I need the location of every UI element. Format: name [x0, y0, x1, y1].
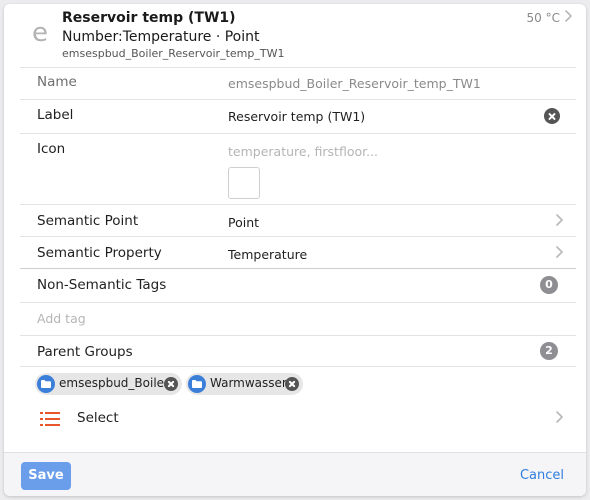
folder-icon	[188, 375, 206, 393]
item-icon: e	[32, 18, 48, 48]
icon-input[interactable]: temperature, firstfloor...	[228, 144, 378, 159]
chevron-right-icon[interactable]	[554, 410, 564, 424]
cancel-button[interactable]: Cancel	[520, 468, 564, 483]
folder-icon	[37, 375, 55, 393]
list-icon	[40, 412, 60, 426]
group-chip-label: Warmwasser	[210, 376, 287, 390]
item-type: Number:Temperature · Point	[62, 29, 260, 45]
groups-count-badge: 2	[540, 342, 558, 360]
semantic-property-value[interactable]: Temperature	[228, 247, 307, 262]
label-label: Label	[37, 107, 74, 123]
item-name: emsespbud_Boiler_Reservoir_temp_TW1	[62, 47, 285, 60]
item-edit-card: e Reservoir temp (TW1) Number:Temperatur…	[4, 4, 586, 496]
semantic-point-label: Semantic Point	[37, 213, 139, 229]
add-tag-input[interactable]: Add tag	[37, 311, 86, 326]
divider	[20, 67, 576, 68]
footer-toolbar: Save Cancel	[4, 452, 586, 496]
clear-label-icon[interactable]	[544, 108, 560, 124]
divider	[20, 335, 576, 336]
group-chip[interactable]: Warmwasser	[186, 373, 303, 395]
chevron-right-icon[interactable]	[562, 9, 574, 23]
group-chip-label: emsespbud_Boiler	[59, 376, 169, 390]
divider	[20, 268, 576, 269]
icon-preview	[228, 167, 260, 199]
save-button[interactable]: Save	[21, 462, 71, 490]
icon-label: Icon	[37, 141, 66, 157]
item-state: 50 °C	[526, 11, 560, 25]
tags-count-badge: 0	[540, 276, 558, 294]
group-chip[interactable]: emsespbud_Boiler	[35, 373, 182, 395]
chevron-right-icon[interactable]	[554, 245, 564, 259]
name-value: emsespbud_Boiler_Reservoir_temp_TW1	[228, 76, 481, 91]
divider	[20, 366, 576, 367]
divider	[20, 99, 576, 100]
divider	[20, 236, 576, 237]
parent-groups-label: Parent Groups	[37, 344, 133, 360]
item-header[interactable]: e Reservoir temp (TW1) Number:Temperatur…	[4, 4, 586, 68]
item-title: Reservoir temp (TW1)	[62, 10, 236, 26]
chevron-right-icon[interactable]	[554, 213, 564, 227]
select-groups-button[interactable]: Select	[77, 410, 119, 426]
name-label: Name	[37, 74, 77, 90]
remove-chip-icon[interactable]	[164, 377, 178, 391]
semantic-point-value[interactable]: Point	[228, 215, 259, 230]
divider	[20, 133, 576, 134]
divider	[20, 204, 576, 205]
tags-label: Non-Semantic Tags	[37, 277, 167, 293]
remove-chip-icon[interactable]	[285, 377, 299, 391]
semantic-property-label: Semantic Property	[37, 245, 162, 261]
divider	[20, 302, 576, 303]
label-input[interactable]: Reservoir temp (TW1)	[228, 109, 365, 124]
